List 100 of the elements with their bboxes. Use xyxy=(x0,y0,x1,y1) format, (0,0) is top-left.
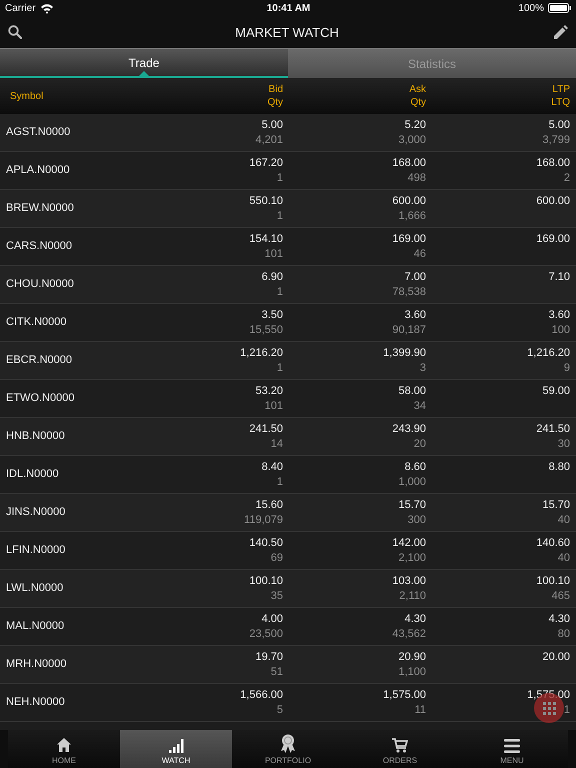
price-cell: 5.00 xyxy=(262,118,283,132)
price-cell: 20.00 xyxy=(542,650,570,664)
carrier-label: Carrier xyxy=(5,2,36,14)
battery-icon xyxy=(548,3,572,13)
quantity-cell: 46 xyxy=(414,246,426,262)
price-cell: 4.30 xyxy=(404,612,426,626)
quantity-cell: 80 xyxy=(558,626,570,642)
price-cell: 20.90 xyxy=(398,650,426,664)
quantity-cell: 2,110 xyxy=(399,588,426,604)
price-cell: 1,566.00 xyxy=(240,688,283,702)
quantity-cell: 90,187 xyxy=(392,322,426,338)
price-cell: 15.60 xyxy=(255,498,283,512)
column-header: LTP xyxy=(552,83,570,96)
price-cell: 169.00 xyxy=(536,232,570,246)
price-cell: 5.20 xyxy=(404,118,426,132)
house-icon xyxy=(56,737,72,753)
symbol-cell: CARS.N0000 xyxy=(6,239,72,254)
quantity-cell: 1,666 xyxy=(398,208,426,224)
tab[interactable]: Trade xyxy=(0,48,288,78)
price-cell: 550.10 xyxy=(249,194,283,208)
price-cell: 4.00 xyxy=(262,612,283,626)
quantity-cell: 14 xyxy=(270,436,283,452)
quantity-cell: 5 xyxy=(276,702,283,718)
symbol-cell: EBCR.N0000 xyxy=(6,353,72,368)
symbol-cell: IDL.N0000 xyxy=(6,467,59,482)
symbol-cell: CHOU.N0000 xyxy=(6,277,74,292)
column-header: Ask xyxy=(409,83,426,96)
price-cell: 241.50 xyxy=(536,422,570,436)
price-cell: 1,216.20 xyxy=(240,346,283,360)
price-cell: 140.50 xyxy=(249,536,283,550)
column-header: Bid xyxy=(268,83,283,96)
search-icon xyxy=(8,25,22,39)
quantity-cell: 40 xyxy=(558,550,570,566)
symbol-cell: JINS.N0000 xyxy=(6,505,66,520)
price-cell: 100.10 xyxy=(249,574,283,588)
symbol-cell: BREW.N0000 xyxy=(6,201,74,216)
price-cell: 167.20 xyxy=(249,156,283,170)
symbol-cell: ETWO.N0000 xyxy=(6,391,74,406)
wifi-icon xyxy=(40,2,54,14)
price-cell: 3.50 xyxy=(262,308,283,322)
quantity-cell: 1 xyxy=(564,702,570,718)
nav-tab[interactable]: WATCH xyxy=(120,730,232,768)
nav-tab[interactable]: HOME xyxy=(8,730,120,768)
pencil-icon xyxy=(552,24,568,40)
price-cell: 600.00 xyxy=(392,194,426,208)
nav-tab[interactable]: ORDERS xyxy=(344,730,456,768)
symbol-cell: CITK.N0000 xyxy=(6,315,67,330)
quantity-cell: 1 xyxy=(276,208,283,224)
quantity-cell: 1,000 xyxy=(398,474,426,490)
quantity-cell: 2 xyxy=(564,170,570,186)
quantity-cell: 78,538 xyxy=(392,284,426,300)
price-cell: 3.60 xyxy=(404,308,426,322)
quantity-cell: 30 xyxy=(558,436,570,452)
price-cell: 7.10 xyxy=(548,270,570,284)
price-cell: 1,216.20 xyxy=(527,346,570,360)
nav-tab[interactable]: PORTFOLIO xyxy=(232,730,344,768)
quantity-cell: 43,562 xyxy=(392,626,426,642)
nav-tab[interactable]: MENU xyxy=(456,730,568,768)
price-cell: 53.20 xyxy=(255,384,283,398)
price-cell: 58.00 xyxy=(398,384,426,398)
cart-icon xyxy=(392,738,408,753)
price-cell: 19.70 xyxy=(255,650,283,664)
rosette-icon xyxy=(280,734,296,753)
price-cell: 241.50 xyxy=(249,422,283,436)
quantity-cell: 69 xyxy=(270,550,283,566)
price-cell: 140.60 xyxy=(536,536,570,550)
price-cell: 1,575.00 xyxy=(383,688,426,702)
column-header: Symbol xyxy=(10,90,44,102)
quantity-cell: 3,799 xyxy=(542,132,570,148)
edit-button[interactable] xyxy=(552,24,568,40)
quantity-cell: 1 xyxy=(276,360,283,376)
column-subheader: Qty xyxy=(410,96,426,109)
quantity-cell: 4,201 xyxy=(255,132,283,148)
price-cell: 142.00 xyxy=(392,536,426,550)
quantity-cell: 300 xyxy=(408,512,426,528)
symbol-cell: LWL.N0000 xyxy=(6,581,64,596)
price-cell: 100.10 xyxy=(536,574,570,588)
price-cell: 3.60 xyxy=(548,308,570,322)
price-cell: 168.00 xyxy=(536,156,570,170)
quantity-cell: 101 xyxy=(264,246,283,262)
search-button[interactable] xyxy=(8,25,22,39)
quantity-cell: 9 xyxy=(564,360,570,376)
quantity-cell: 34 xyxy=(414,398,426,414)
symbol-cell: NEH.N0000 xyxy=(6,695,65,710)
price-cell: 243.90 xyxy=(392,422,426,436)
price-cell: 4.30 xyxy=(548,612,570,626)
quantity-cell: 1 xyxy=(276,284,283,300)
quantity-cell: 3 xyxy=(420,360,426,376)
screen-title: MARKET WATCH xyxy=(235,24,339,40)
price-cell: 103.00 xyxy=(392,574,426,588)
price-cell: 8.80 xyxy=(548,460,570,474)
symbol-cell: APLA.N0000 xyxy=(6,163,70,178)
quantity-cell: 465 xyxy=(552,588,570,604)
quantity-cell: 100 xyxy=(552,322,570,338)
price-cell: 15.70 xyxy=(398,498,426,512)
price-cell: 1,575.00 xyxy=(527,688,570,702)
price-cell: 8.40 xyxy=(262,460,283,474)
grid-icon xyxy=(542,702,556,714)
price-cell: 6.90 xyxy=(262,270,283,284)
price-cell: 59.00 xyxy=(542,384,570,398)
